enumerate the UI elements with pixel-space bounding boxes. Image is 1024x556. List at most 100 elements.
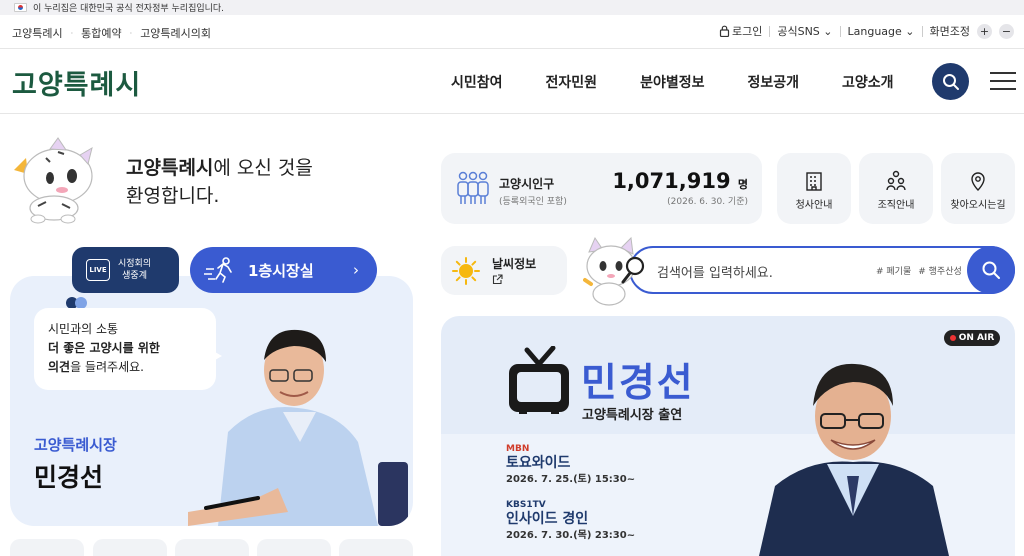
welcome-message: 고양특례시에 오신 것을 환영합니다.: [126, 154, 313, 210]
search-icon: [942, 73, 959, 90]
mayor-photo: [759, 363, 949, 556]
people-icon: [886, 170, 906, 191]
external-link-icon: [492, 274, 503, 285]
main-search-box[interactable]: 검색어를 입력하세요. # 폐기물 # 행주산성: [629, 246, 1015, 294]
bubble-line3-rest: 을 들려주세요.: [70, 360, 144, 374]
location-pin-icon: [971, 172, 985, 191]
population-unit: 명: [737, 178, 748, 191]
main-nav: 시민참여 전자민원 분야별정보 정보공개 고양소개: [451, 72, 894, 92]
quick-link-3[interactable]: [175, 539, 249, 556]
login-button[interactable]: 로그인: [719, 23, 762, 39]
bubble-line3-bold: 의견: [48, 360, 71, 374]
population-value: 1,071,919 명: [612, 169, 748, 193]
schedule-item: KBS1TV 인사이드 경인 2026. 7. 30.(목) 23:30~: [506, 500, 635, 544]
link-goyang[interactable]: 고양특례시: [12, 25, 63, 41]
organization-guide-link[interactable]: 조직안내: [859, 153, 933, 224]
bubble-line2: 더 좋은 고양시를 위한: [48, 341, 160, 355]
lock-icon: [719, 25, 730, 37]
on-air-banner[interactable]: ON AIR 민경선 고양특례시장 출연 MBN 토요와이드 2026. 7. …: [441, 316, 1015, 556]
login-label: 로그인: [731, 25, 763, 38]
link-council[interactable]: 고양특례시의회: [140, 25, 211, 41]
channel-kbs: KBS1TV: [506, 500, 546, 510]
first-floor-mayor-room-button[interactable]: 1층시장실 ›: [190, 247, 377, 293]
separator-dot: ·: [129, 28, 133, 38]
nav-citizen[interactable]: 시민참여: [451, 72, 503, 92]
population-date: (2026. 6. 30. 기준): [667, 197, 748, 207]
program-time: 2026. 7. 25.(토) 15:30~: [506, 474, 636, 485]
chevron-down-icon: ⌄: [823, 25, 833, 38]
search-placeholder[interactable]: 검색어를 입력하세요.: [657, 262, 773, 281]
banner-subtitle: 고양특례시장 출연: [582, 408, 683, 423]
link-reservation[interactable]: 통합예약: [81, 25, 121, 41]
population-sub: (등록외국인 포함): [499, 197, 567, 207]
schedule-item: MBN 토요와이드 2026. 7. 25.(토) 15:30~: [506, 444, 635, 488]
on-air-label: ON AIR: [958, 333, 995, 343]
building-guide-link[interactable]: 청사안내: [777, 153, 851, 224]
site-logo[interactable]: 고양특례시: [12, 63, 141, 102]
homepage: 이 누리집은 대한민국 공식 전자정부 누리집입니다. 고양특례시 · 통합예약…: [0, 0, 1024, 556]
mascot-cat-icon: [14, 137, 93, 224]
welcome-line2: 환영합니다.: [126, 185, 220, 207]
nav-open-info[interactable]: 정보공개: [747, 72, 799, 92]
population-label: 고양시인구: [499, 177, 555, 191]
chevron-down-icon: ⌄: [905, 24, 915, 38]
quick-link-4[interactable]: [257, 539, 331, 556]
utility-right: 로그인 공식SNS ⌄ Language ⌄ 화면조정 + −: [719, 23, 1014, 39]
mayor-card[interactable]: 시민과의 소통 더 좋은 고양시를 위한 의견을 들려주세요. 고양특례시장 민…: [10, 276, 413, 526]
search-icon: [982, 261, 1000, 279]
live-label: 시정회의생중계: [118, 258, 151, 282]
welcome-bold: 고양특례시: [126, 157, 214, 179]
quick-link-2[interactable]: [93, 539, 167, 556]
separator-dot: ·: [70, 28, 74, 38]
utility-bar: 고양특례시 · 통합예약 · 고양특례시의회 로그인 공식SNS ⌄ Langu…: [0, 15, 1024, 49]
population-card[interactable]: 고양시인구 (등록외국인 포함) 1,071,919 명 (2026. 6. 3…: [441, 153, 762, 224]
program-title: 토요와이드: [506, 455, 571, 471]
header-search-button[interactable]: [932, 63, 969, 100]
language-dropdown[interactable]: Language ⌄: [848, 25, 915, 38]
zoom-in-button[interactable]: +: [977, 23, 992, 39]
room-label: 1층시장실: [248, 261, 314, 280]
search-tag-waste[interactable]: # 폐기물: [876, 264, 911, 277]
building-icon: [806, 172, 822, 191]
top-links: 고양특례시 · 통합예약 · 고양특례시의회: [12, 25, 211, 41]
program-time: 2026. 7. 30.(목) 23:30~: [506, 530, 636, 541]
running-person-icon: [204, 257, 232, 283]
divider: [839, 25, 841, 37]
zoom-out-button[interactable]: −: [999, 23, 1014, 39]
mayor-name: 민경선: [34, 463, 104, 492]
nav-about[interactable]: 고양소개: [842, 72, 894, 92]
nav-field-info[interactable]: 분야별정보: [640, 72, 704, 92]
directions-label: 찾아오시는길: [950, 200, 1006, 211]
weather-label: 날씨정보: [492, 257, 537, 271]
korea-flag-icon: [14, 3, 27, 12]
live-broadcast-button[interactable]: LIVE 시정회의생중계: [72, 247, 179, 293]
building-guide-label: 청사안내: [795, 200, 833, 211]
chevron-right-icon: ›: [353, 261, 359, 279]
welcome-rest: 에 오신 것을: [213, 157, 313, 179]
mayor-role: 고양특례시장: [34, 436, 117, 454]
banner-name: 민경선: [581, 361, 695, 406]
tv-icon: [509, 346, 569, 414]
live-tv-icon: LIVE: [86, 259, 110, 281]
language-label: Language: [847, 24, 902, 38]
red-dot-icon: [949, 335, 956, 341]
on-air-badge: ON AIR: [944, 330, 1000, 346]
population-number: 1,071,919: [612, 169, 731, 193]
divider: [921, 25, 923, 37]
weather-card[interactable]: 날씨정보: [441, 246, 567, 295]
directions-link[interactable]: 찾아오시는길: [941, 153, 1015, 224]
sns-label: 공식SNS: [777, 25, 820, 38]
sns-dropdown[interactable]: 공식SNS ⌄: [777, 23, 832, 39]
search-submit-button[interactable]: [967, 246, 1015, 294]
main-header: 고양특례시 시민참여 전자민원 분야별정보 정보공개 고양소개: [0, 50, 1024, 114]
live-line2: 생중계: [122, 271, 147, 281]
search-tag-haengju[interactable]: # 행주산성: [918, 264, 962, 277]
nav-civil-service[interactable]: 전자민원: [546, 72, 598, 92]
search-tags: # 폐기물 # 행주산성: [876, 264, 962, 277]
live-line1: 시정회의: [118, 259, 152, 269]
hamburger-menu-icon[interactable]: [990, 72, 1016, 90]
sun-icon: [452, 257, 480, 285]
quick-link-1[interactable]: [10, 539, 84, 556]
quick-link-5[interactable]: [339, 539, 413, 556]
organization-guide-label: 조직안내: [877, 200, 915, 211]
